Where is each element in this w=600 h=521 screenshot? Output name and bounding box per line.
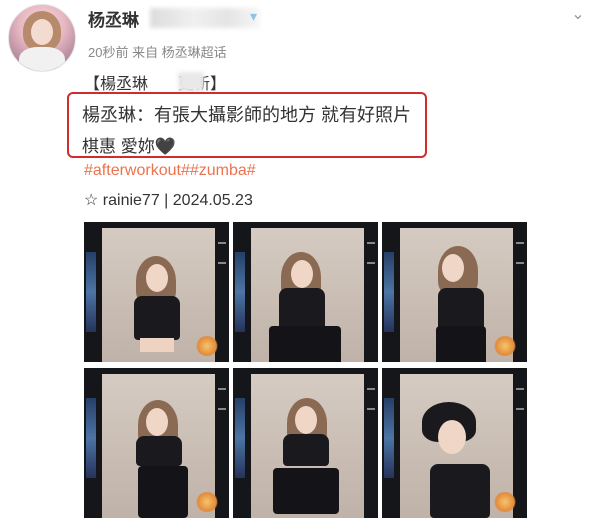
photo-1[interactable] <box>84 222 229 362</box>
avatar-face <box>31 19 53 45</box>
hashtags: #afterworkout##zumba# <box>84 162 256 180</box>
photo-2[interactable] <box>233 222 378 362</box>
post-title: 【楊丞琳更新】 <box>84 70 226 94</box>
hashtag-zumba[interactable]: #zumba# <box>190 162 256 179</box>
photo-3[interactable] <box>382 222 527 362</box>
post-title-left: 【楊丞琳 <box>84 76 149 93</box>
avatar-body <box>19 47 65 71</box>
title-redaction <box>178 72 204 92</box>
photo-6[interactable] <box>382 368 527 518</box>
quote-line-2: 棋惠 愛妳🖤 <box>82 137 176 156</box>
post-meta: 20秒前 来自 杨丞琳超话 <box>88 45 227 60</box>
vip-badge-icon: ▾ <box>250 9 258 25</box>
username-redaction <box>150 8 260 28</box>
photo-4[interactable] <box>84 368 229 518</box>
hashtag-afterworkout[interactable]: #afterworkout# <box>84 162 190 179</box>
quote-line-1: 楊丞琳：有張大攝影師的地方 就有好照片 <box>82 105 411 125</box>
photo-credit: ☆ rainie77 | 2024.05.23 <box>84 192 253 209</box>
chevron-down-icon[interactable]: ⌄ <box>568 4 588 24</box>
username[interactable]: 杨丞琳 <box>88 6 139 31</box>
photo-5[interactable] <box>233 368 378 518</box>
avatar[interactable] <box>8 4 76 72</box>
